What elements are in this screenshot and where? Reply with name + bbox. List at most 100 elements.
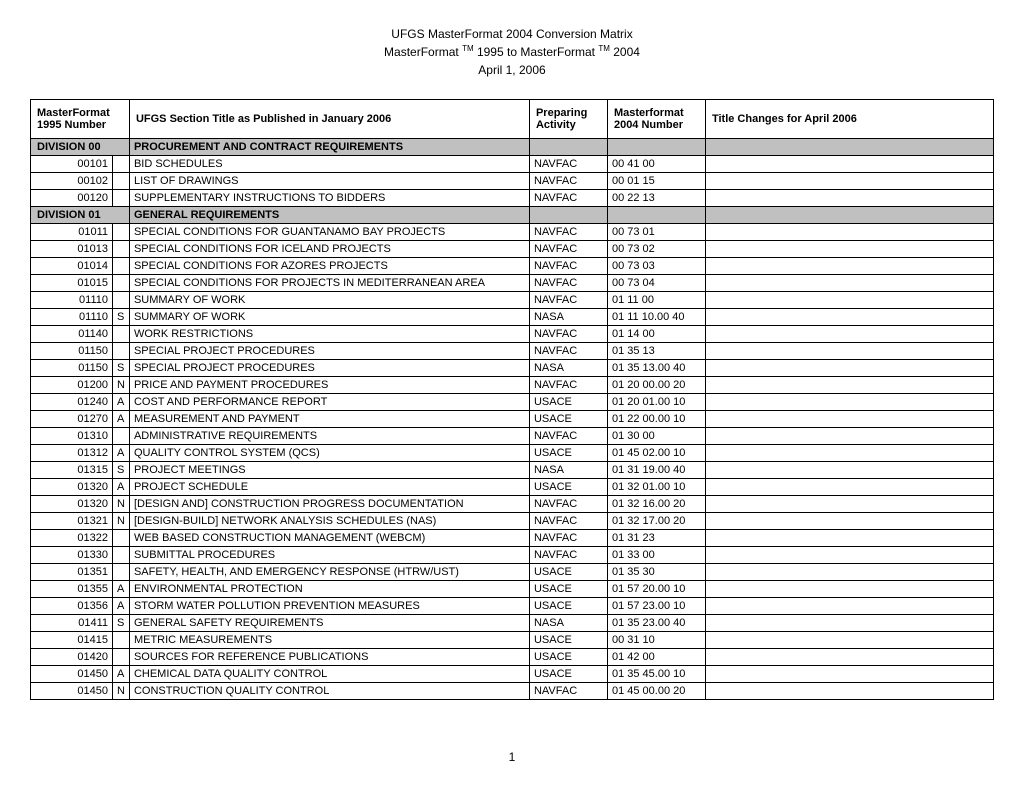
table-row: 01240ACOST AND PERFORMANCE REPORTUSACE01… — [31, 394, 994, 411]
cell-activity: USACE — [529, 598, 607, 615]
cell-title: SUMMARY OF WORK — [129, 309, 529, 326]
cell-number: 01420 — [31, 649, 113, 666]
cell-changes — [705, 649, 993, 666]
cell-activity: USACE — [529, 394, 607, 411]
table-row: 01110SUMMARY OF WORKNAVFAC01 11 00 — [31, 292, 994, 309]
cell-title: QUALITY CONTROL SYSTEM (QCS) — [129, 445, 529, 462]
cell-changes — [705, 683, 993, 700]
cell-number: 01312 — [31, 445, 113, 462]
cell-2004: 01 57 20.00 10 — [607, 581, 705, 598]
cell-activity: USACE — [529, 632, 607, 649]
cell-activity — [529, 207, 607, 224]
cell-changes — [705, 241, 993, 258]
cell-changes — [705, 632, 993, 649]
cell-2004: 01 57 23.00 10 — [607, 598, 705, 615]
cell-suffix: A — [113, 411, 130, 428]
cell-number: 01351 — [31, 564, 113, 581]
cell-2004: 01 33 00 — [607, 547, 705, 564]
table-row: 01351SAFETY, HEALTH, AND EMERGENCY RESPO… — [31, 564, 994, 581]
table-row: 01320APROJECT SCHEDULEUSACE01 32 01.00 1… — [31, 479, 994, 496]
cell-number: 01110 — [31, 309, 113, 326]
cell-number: 01240 — [31, 394, 113, 411]
cell-title: WORK RESTRICTIONS — [129, 326, 529, 343]
cell-number: 00102 — [31, 173, 113, 190]
cell-changes — [705, 207, 993, 224]
cell-suffix: A — [113, 598, 130, 615]
cell-changes — [705, 343, 993, 360]
table-row: 01013SPECIAL CONDITIONS FOR ICELAND PROJ… — [31, 241, 994, 258]
table-row: 01310ADMINISTRATIVE REQUIREMENTSNAVFAC01… — [31, 428, 994, 445]
cell-changes — [705, 598, 993, 615]
header-activity: Preparing Activity — [529, 100, 607, 139]
cell-suffix — [113, 224, 130, 241]
cell-activity: NAVFAC — [529, 343, 607, 360]
cell-number: 01356 — [31, 598, 113, 615]
cell-changes — [705, 394, 993, 411]
cell-2004: 01 11 00 — [607, 292, 705, 309]
cell-number: 01415 — [31, 632, 113, 649]
cell-activity: NAVFAC — [529, 428, 607, 445]
cell-changes — [705, 292, 993, 309]
cell-activity: NAVFAC — [529, 224, 607, 241]
cell-2004: 01 45 00.00 20 — [607, 683, 705, 700]
cell-suffix — [113, 564, 130, 581]
cell-changes — [705, 428, 993, 445]
cell-number: 00120 — [31, 190, 113, 207]
table-row: 01150SPECIAL PROJECT PROCEDURESNAVFAC01 … — [31, 343, 994, 360]
cell-2004: 01 42 00 — [607, 649, 705, 666]
cell-activity: NAVFAC — [529, 683, 607, 700]
cell-changes — [705, 258, 993, 275]
table-row: 01315SPROJECT MEETINGSNASA01 31 19.00 40 — [31, 462, 994, 479]
cell-suffix — [113, 632, 130, 649]
table-row: 01270AMEASUREMENT AND PAYMENTUSACE01 22 … — [31, 411, 994, 428]
cell-changes — [705, 275, 993, 292]
cell-activity: NAVFAC — [529, 275, 607, 292]
cell-activity: USACE — [529, 479, 607, 496]
cell-suffix — [113, 275, 130, 292]
cell-changes — [705, 496, 993, 513]
cell-number: 01315 — [31, 462, 113, 479]
cell-number: 01310 — [31, 428, 113, 445]
cell-activity: USACE — [529, 666, 607, 683]
cell-suffix — [113, 326, 130, 343]
cell-changes — [705, 360, 993, 377]
table-row: 01200NPRICE AND PAYMENT PROCEDURESNAVFAC… — [31, 377, 994, 394]
cell-suffix: A — [113, 394, 130, 411]
cell-suffix: S — [113, 615, 130, 632]
table-row: 01312AQUALITY CONTROL SYSTEM (QCS)USACE0… — [31, 445, 994, 462]
cell-number: 01322 — [31, 530, 113, 547]
cell-changes — [705, 156, 993, 173]
cell-title: SOURCES FOR REFERENCE PUBLICATIONS — [129, 649, 529, 666]
cell-2004: 01 35 30 — [607, 564, 705, 581]
cell-activity: USACE — [529, 564, 607, 581]
title-line-3: April 1, 2006 — [30, 61, 994, 79]
cell-changes — [705, 445, 993, 462]
document-title: UFGS MasterFormat 2004 Conversion Matrix… — [30, 25, 994, 79]
cell-suffix: N — [113, 377, 130, 394]
cell-number: 01270 — [31, 411, 113, 428]
cell-changes — [705, 224, 993, 241]
cell-suffix: N — [113, 513, 130, 530]
cell-2004: 01 11 10.00 40 — [607, 309, 705, 326]
cell-title: CONSTRUCTION QUALITY CONTROL — [129, 683, 529, 700]
table-row: 01450ACHEMICAL DATA QUALITY CONTROLUSACE… — [31, 666, 994, 683]
cell-title: SPECIAL PROJECT PROCEDURES — [129, 343, 529, 360]
cell-suffix — [113, 547, 130, 564]
cell-title: METRIC MEASUREMENTS — [129, 632, 529, 649]
cell-changes — [705, 666, 993, 683]
table-row: 01420SOURCES FOR REFERENCE PUBLICATIONSU… — [31, 649, 994, 666]
cell-changes — [705, 581, 993, 598]
cell-suffix — [113, 241, 130, 258]
header-mf1995: MasterFormat 1995 Number — [31, 100, 130, 139]
cell-changes — [705, 547, 993, 564]
cell-2004: 01 32 01.00 10 — [607, 479, 705, 496]
table-row: 01411SGENERAL SAFETY REQUIREMENTSNASA01 … — [31, 615, 994, 632]
table-row: 01015SPECIAL CONDITIONS FOR PROJECTS IN … — [31, 275, 994, 292]
cell-changes — [705, 564, 993, 581]
cell-number: 01110 — [31, 292, 113, 309]
cell-activity: NAVFAC — [529, 547, 607, 564]
cell-number: 01411 — [31, 615, 113, 632]
cell-suffix: N — [113, 496, 130, 513]
cell-number: 01450 — [31, 666, 113, 683]
cell-title: ADMINISTRATIVE REQUIREMENTS — [129, 428, 529, 445]
